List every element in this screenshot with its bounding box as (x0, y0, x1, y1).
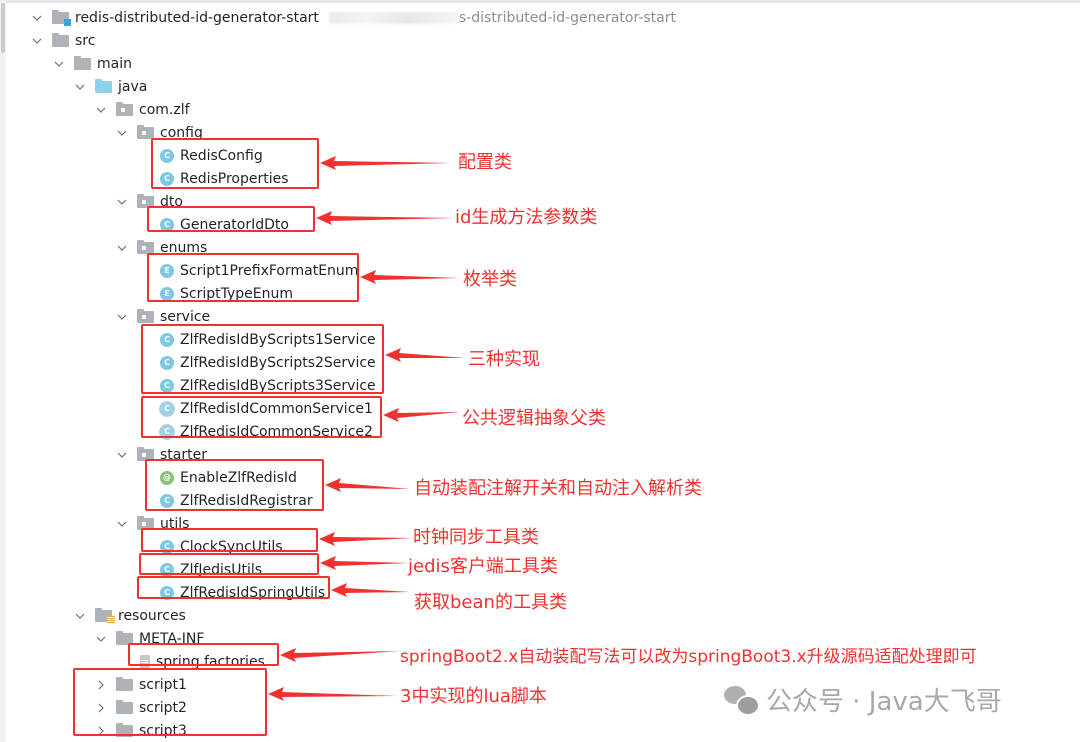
redacted-path (328, 11, 459, 24)
chevron-down-icon[interactable] (94, 632, 108, 646)
resources-folder-icon (95, 607, 115, 624)
watermark: 公众号 · Java大飞哥 (724, 681, 1002, 718)
annotation-service-impl: 三种实现 (468, 349, 540, 370)
arrow-service-abstract (383, 408, 460, 422)
watermark-text: 公众号 · Java大飞哥 (766, 687, 1002, 717)
annotation-spring-utils: 获取bean的工具类 (414, 592, 567, 613)
chevron-down-icon[interactable] (115, 310, 129, 324)
tree-node-java[interactable]: java (73, 75, 147, 98)
highlight-box-config (151, 138, 319, 189)
annotation-dto: id生成方法参数类 (455, 207, 598, 228)
scrollbar-thumb[interactable] (1, 3, 5, 53)
package-icon (116, 101, 133, 116)
chevron-down-icon[interactable] (52, 57, 66, 71)
package-icon (137, 124, 154, 139)
highlight-box-scripts (73, 668, 267, 736)
tree-node-resources[interactable]: resources (73, 604, 186, 627)
arrow-service-impl (385, 348, 465, 362)
package-icon (137, 308, 154, 323)
chevron-down-icon[interactable] (115, 241, 129, 255)
annotation-service-abstract: 公共逻辑抽象父类 (462, 408, 606, 429)
annotation-clock: 时钟同步工具类 (413, 527, 539, 548)
folder-label: java (118, 78, 148, 95)
highlight-box-service-impl (141, 324, 384, 394)
annotation-enums: 枚举类 (463, 269, 517, 290)
chevron-down-icon[interactable] (73, 80, 87, 94)
arrow-starter (325, 478, 410, 492)
folder-icon (74, 55, 91, 70)
annotation-scripts: 3中实现的lua脚本 (400, 686, 547, 707)
arrow-clock (319, 532, 412, 546)
package-icon (137, 239, 154, 254)
highlight-box-jedis (139, 553, 319, 575)
chevron-down-icon[interactable] (30, 11, 44, 25)
tree-node-src[interactable]: src (30, 29, 95, 52)
chevron-down-icon[interactable] (94, 103, 108, 117)
folder-label: src (75, 32, 96, 49)
top-border (0, 0, 1080, 3)
highlight-box-enums (147, 253, 359, 302)
package-label: com.zlf (139, 101, 190, 118)
chevron-down-icon[interactable] (115, 448, 129, 462)
tree-node-main[interactable]: main (52, 52, 132, 75)
arrow-factories (280, 648, 400, 662)
chevron-down-icon[interactable] (73, 609, 87, 623)
project-path: s-distributed-id-generator-start (458, 9, 676, 26)
folder-icon (52, 32, 69, 47)
folder-label: main (97, 55, 132, 72)
tree-node-package[interactable]: com.zlf (94, 98, 190, 121)
wechat-icon (724, 685, 760, 716)
chevron-down-icon[interactable] (30, 34, 44, 48)
highlight-box-factories (128, 643, 279, 666)
project-name: redis-distributed-id-generator-start (75, 9, 319, 26)
highlight-box-clock (141, 528, 318, 552)
arrow-config (320, 156, 452, 170)
annotation-starter: 自动装配注解开关和自动注入解析类 (414, 478, 702, 499)
annotation-jedis: jedis客户端工具类 (408, 556, 558, 577)
chevron-down-icon[interactable] (115, 517, 129, 531)
arrow-jedis (320, 556, 410, 570)
highlight-box-service-abstract (141, 396, 382, 438)
arrow-enums (360, 270, 460, 284)
folder-label: resources (118, 607, 186, 624)
arrow-spring-utils (331, 583, 410, 597)
chevron-down-icon[interactable] (115, 195, 129, 209)
annotation-factories: springBoot2.x自动装配写法可以改为springBoot3.x升级源码… (400, 647, 977, 667)
annotation-config: 配置类 (458, 152, 512, 173)
left-scrollbar-track[interactable] (0, 0, 6, 742)
tree-node-project-root[interactable]: redis-distributed-id-generator-start s-d… (30, 6, 676, 29)
highlight-box-dto (147, 206, 315, 232)
module-folder-icon (52, 9, 71, 26)
highlight-box-starter (145, 459, 324, 511)
chevron-down-icon[interactable] (115, 126, 129, 140)
source-folder-icon (95, 78, 112, 93)
package-label: service (160, 308, 211, 325)
arrow-scripts (268, 687, 398, 701)
highlight-box-spring-utils (137, 576, 330, 599)
arrow-dto (316, 211, 455, 225)
